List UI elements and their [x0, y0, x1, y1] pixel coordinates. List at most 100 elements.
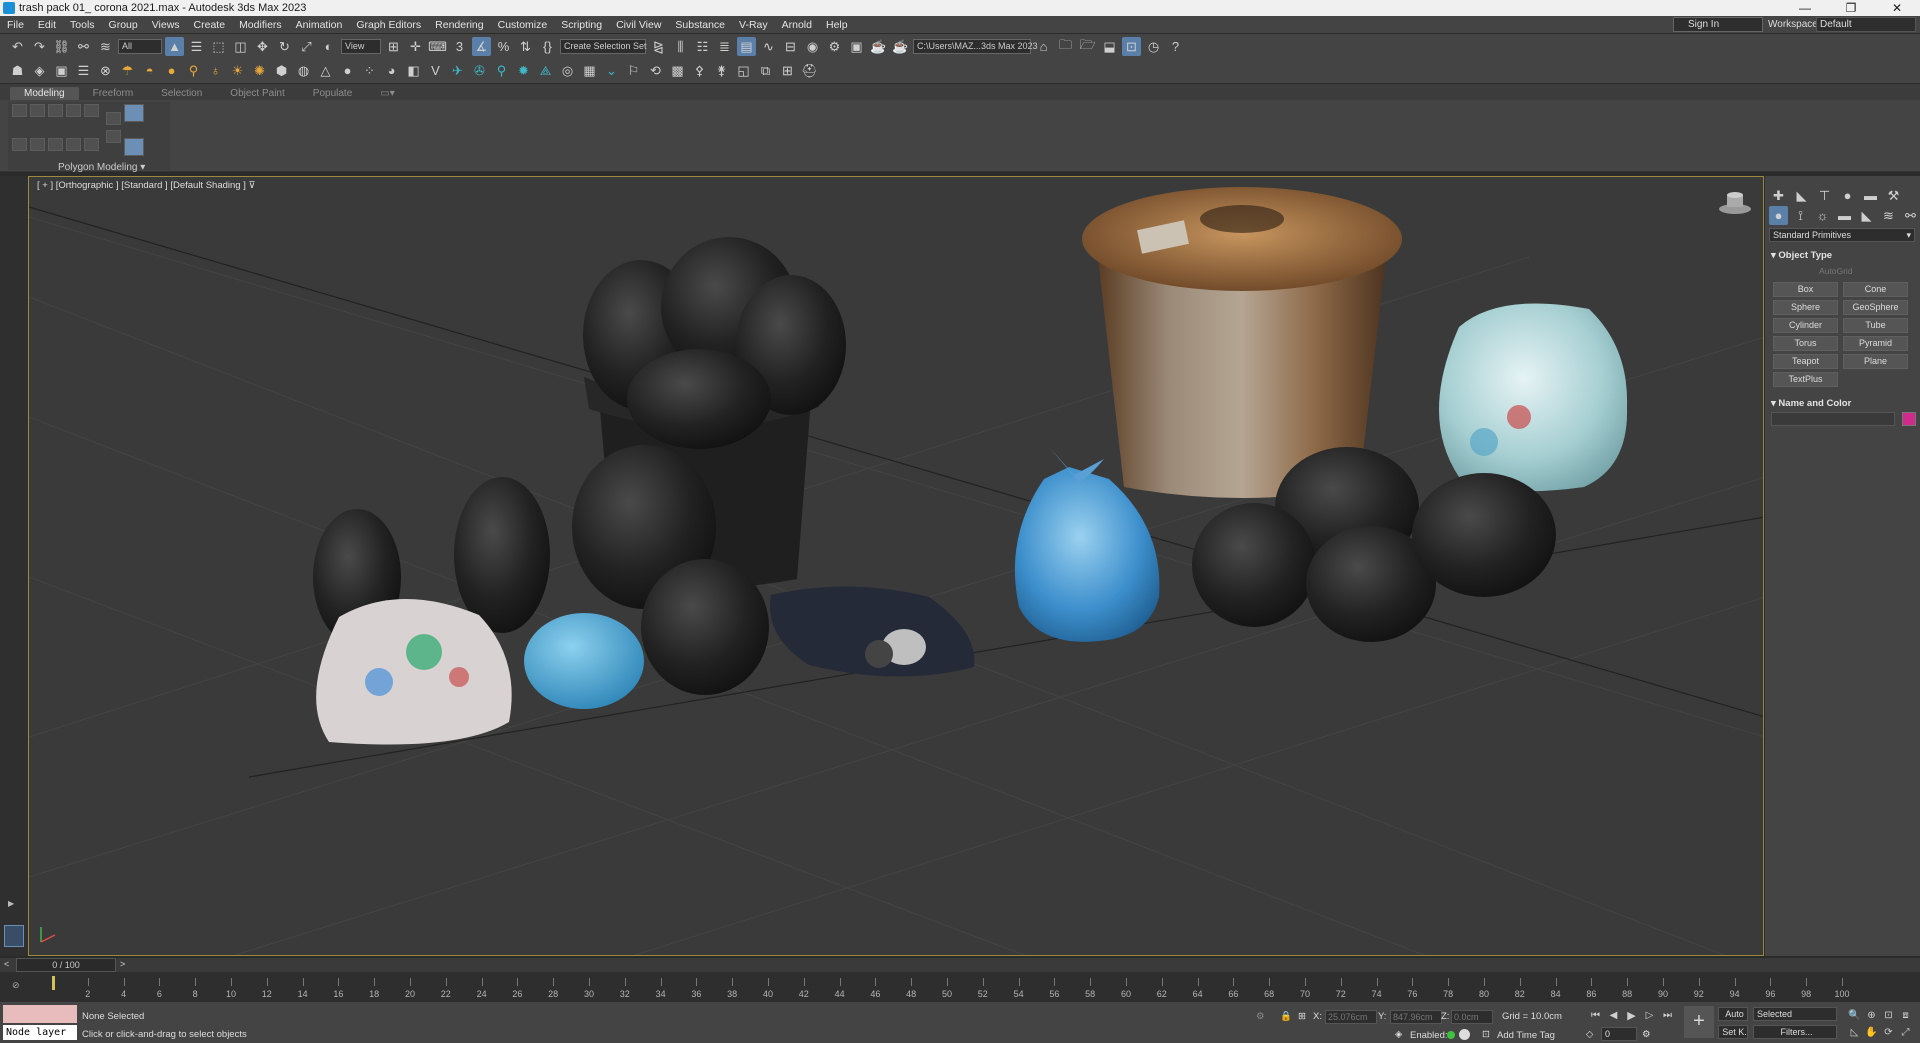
- teapot-button[interactable]: Teapot: [1773, 354, 1838, 369]
- current-frame-field[interactable]: 0: [1601, 1027, 1637, 1041]
- y-coord-field[interactable]: 847.96cm: [1390, 1010, 1442, 1024]
- frame-buffer-icon[interactable]: ☰: [74, 61, 93, 80]
- light-icon[interactable]: ⚐: [624, 61, 643, 80]
- expand-arrow-icon[interactable]: ▶: [8, 899, 14, 908]
- project-folder-dropdown[interactable]: C:\Users\MAZ...3ds Max 2023: [913, 39, 1038, 54]
- key-mode-icon[interactable]: ◇: [1586, 1029, 1593, 1040]
- menu-scripting[interactable]: Scripting: [554, 19, 609, 31]
- absolute-mode-icon[interactable]: ⊞: [1298, 1011, 1306, 1022]
- toggle-scene-explorer-icon[interactable]: ☷: [693, 37, 712, 56]
- adaptive-degradation-icon[interactable]: [1459, 1029, 1470, 1040]
- ref-coord-dropdown[interactable]: View: [341, 39, 381, 54]
- select-rotate-icon[interactable]: ↻: [275, 37, 294, 56]
- enabled-indicator[interactable]: [1447, 1031, 1455, 1039]
- camera-icon[interactable]: ▣: [52, 61, 71, 80]
- track-bar[interactable]: ⊘ 2 4 6 8 10 12 14 16 18 20 22 24 26 28 30 32 34 36 38 40 42…: [0, 972, 1920, 1002]
- menu-help[interactable]: Help: [819, 19, 855, 31]
- arnold-chevron-icon[interactable]: ⌄: [602, 61, 621, 80]
- border-mode-button[interactable]: [48, 104, 63, 117]
- cone-button[interactable]: Cone: [1843, 282, 1908, 297]
- track-bar-filter-icon[interactable]: ⊘: [12, 980, 20, 991]
- render-production-icon[interactable]: ☕: [869, 37, 888, 56]
- scatter-icon[interactable]: ⁘: [360, 61, 379, 80]
- hierarchy-tab-icon[interactable]: ⊤: [1815, 186, 1834, 205]
- tube-button[interactable]: Tube: [1843, 318, 1908, 333]
- name-and-color-rollout[interactable]: ▾ Name and Color: [1771, 398, 1851, 409]
- time-slider-prev-icon[interactable]: <: [4, 959, 9, 969]
- grid-object-icon[interactable]: ⊞: [778, 61, 797, 80]
- sphere-button[interactable]: Sphere: [1773, 300, 1838, 315]
- tab-populate[interactable]: Populate: [299, 87, 366, 100]
- named-selection-set-dropdown[interactable]: Create Selection Set: [560, 39, 647, 54]
- spinner-snap-icon[interactable]: ⇅: [516, 37, 535, 56]
- folder-icon[interactable]: 🗀: [1056, 37, 1075, 56]
- arnold-render-icon[interactable]: ✈: [448, 61, 467, 80]
- clear-trash-bag-object[interactable]: [1439, 303, 1628, 492]
- arnold-proxy-icon[interactable]: ▦: [580, 61, 599, 80]
- time-tag-icon[interactable]: ⊡: [1482, 1029, 1490, 1040]
- space-warps-icon[interactable]: ≋: [1879, 206, 1898, 225]
- menu-substance[interactable]: Substance: [668, 19, 732, 31]
- menu-views[interactable]: Views: [145, 19, 187, 31]
- pyramid-button[interactable]: Pyramid: [1843, 336, 1908, 351]
- dome-light-icon[interactable]: ◓: [140, 61, 159, 80]
- open-bag-object[interactable]: [770, 586, 975, 677]
- bind-space-warp-icon[interactable]: ≋: [96, 37, 115, 56]
- polygon-modeling-dropdown[interactable]: Polygon Modeling ▾: [58, 162, 145, 173]
- generate-topology-button[interactable]: [106, 130, 121, 143]
- maximize-button[interactable]: ❐: [1828, 0, 1874, 16]
- selection-filter-dropdown[interactable]: All: [118, 39, 162, 54]
- time-slider[interactable]: < 0 / 100 >: [0, 958, 1920, 972]
- rendered-frame-window-icon[interactable]: ▣: [847, 37, 866, 56]
- plane-icon[interactable]: △: [316, 61, 335, 80]
- sun-light-icon[interactable]: ☂: [118, 61, 137, 80]
- set-key-button[interactable]: Set K.: [1718, 1025, 1748, 1039]
- snaps-toggle-icon[interactable]: 3: [450, 37, 469, 56]
- teapot-object-icon[interactable]: ⛑: [800, 61, 819, 80]
- selection-lock-icon[interactable]: 🔒: [1280, 1011, 1292, 1022]
- unlink-icon[interactable]: ⚯: [74, 37, 93, 56]
- redo-icon[interactable]: ↷: [30, 37, 49, 56]
- prev-frame-icon[interactable]: ◀: [1606, 1008, 1621, 1022]
- menu-animation[interactable]: Animation: [289, 19, 350, 31]
- repeat-last-button[interactable]: [84, 138, 99, 151]
- manipulate-icon[interactable]: ✛: [406, 37, 425, 56]
- menu-create[interactable]: Create: [187, 19, 233, 31]
- create-tab-icon[interactable]: ✚: [1769, 186, 1788, 205]
- object-name-field[interactable]: [1771, 412, 1895, 426]
- arnold-sky-icon[interactable]: ✹: [514, 61, 533, 80]
- utilities-tab-icon[interactable]: ⚒: [1884, 186, 1903, 205]
- collapse-stack-button[interactable]: [106, 112, 121, 125]
- workspaces-dropdown[interactable]: Default: [1816, 17, 1916, 32]
- ies-light-icon[interactable]: ♁: [206, 61, 225, 80]
- autogrid-checkbox[interactable]: AutoGrid: [1819, 266, 1853, 276]
- primitive-category-dropdown[interactable]: Standard Primitives ▾: [1769, 228, 1915, 242]
- layer-box[interactable]: Node layer: [3, 1005, 77, 1040]
- round-black-bag-object[interactable]: [641, 559, 769, 695]
- arnold-photometric-icon[interactable]: ⟁: [536, 61, 555, 80]
- ambient-light-icon[interactable]: ✺: [250, 61, 269, 80]
- go-to-end-icon[interactable]: ⏭: [1660, 1008, 1675, 1022]
- menu-edit[interactable]: Edit: [31, 19, 63, 31]
- cylinder-button[interactable]: Cylinder: [1773, 318, 1838, 333]
- material-editor-icon[interactable]: ◉: [803, 37, 822, 56]
- light-blue-bag-object[interactable]: [524, 613, 644, 709]
- sun-icon[interactable]: ☀: [228, 61, 247, 80]
- edge-mode-button[interactable]: [30, 104, 45, 117]
- vertex-mode-button[interactable]: [12, 104, 27, 117]
- next-frame-icon[interactable]: ▷: [1642, 1008, 1657, 1022]
- modify-tab-icon[interactable]: ◣: [1792, 186, 1811, 205]
- geometry-icon[interactable]: ●: [1769, 206, 1788, 225]
- enabled-icon[interactable]: ◈: [1395, 1029, 1402, 1040]
- vray-icon[interactable]: ◈: [30, 61, 49, 80]
- toggle-layer-explorer-icon[interactable]: ≣: [715, 37, 734, 56]
- link-icon[interactable]: ⛓: [52, 37, 71, 56]
- teapot-icon[interactable]: ☗: [8, 61, 27, 80]
- ribbon-options-icon[interactable]: ▭▾: [366, 87, 408, 100]
- spot-light-icon[interactable]: ⚲: [184, 61, 203, 80]
- layer-name[interactable]: Node layer: [3, 1025, 77, 1040]
- select-by-name-icon[interactable]: ☰: [187, 37, 206, 56]
- viewport-layout-icon[interactable]: ⊡: [1122, 37, 1141, 56]
- keyboard-shortcut-icon[interactable]: ⌨: [428, 37, 447, 56]
- plane-button[interactable]: Plane: [1843, 354, 1908, 369]
